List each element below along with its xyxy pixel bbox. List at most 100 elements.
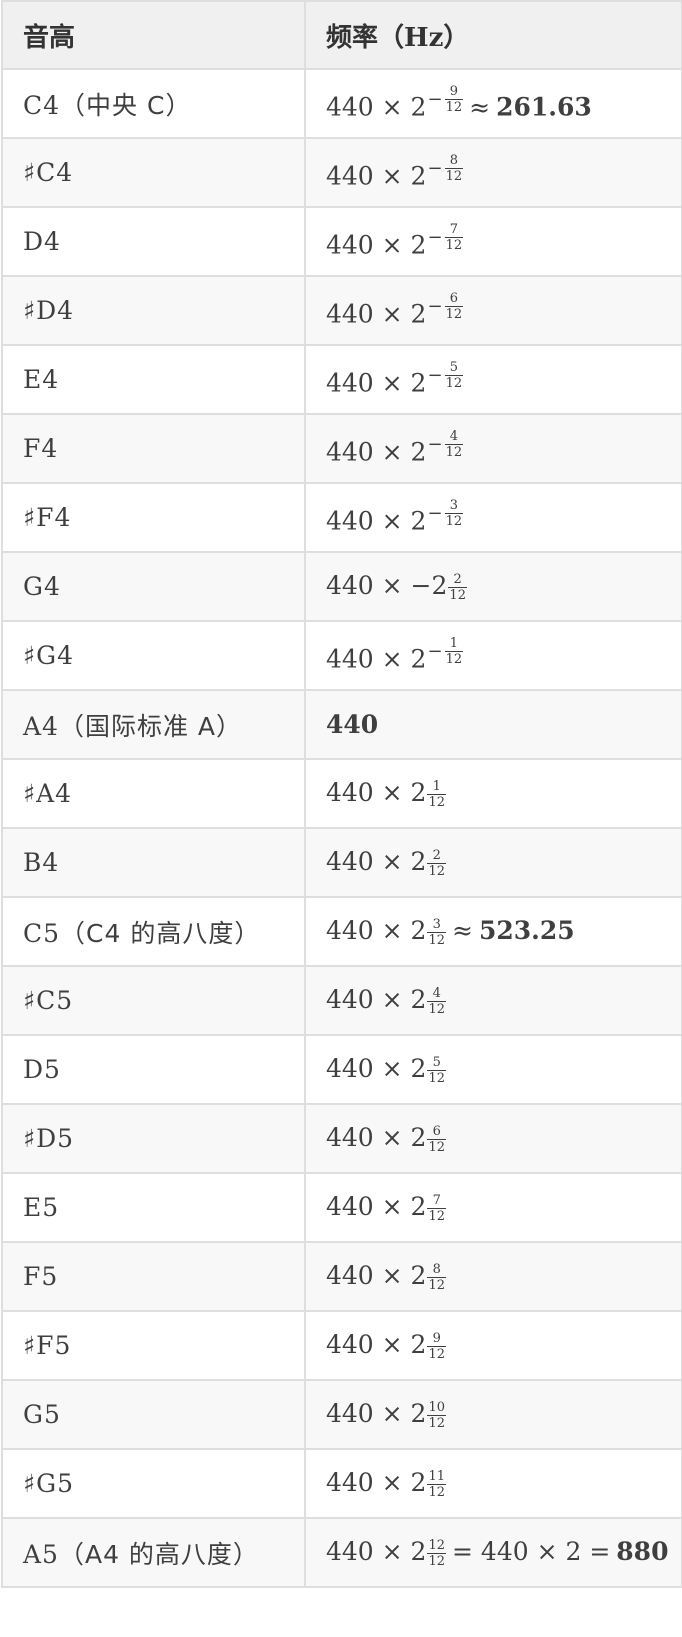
fraction-numerator: 8: [432, 1262, 441, 1277]
table-header-row: 音高 频率（Hz）: [1, 0, 682, 70]
fraction-numerator: 7: [432, 1193, 441, 1208]
frequency-cell: 440 × 2 1 12: [304, 758, 682, 829]
pitch-name: F4: [23, 434, 59, 463]
pitch-name: C4: [23, 90, 61, 120]
pitch-cell: G4: [1, 551, 306, 622]
pitch-name: A4: [23, 711, 59, 741]
pitch-name: B4: [23, 848, 60, 877]
pitch-cell: G5: [1, 1379, 306, 1450]
exponent-fraction: 5 12: [444, 360, 464, 390]
frequency-cell: 440: [304, 689, 682, 760]
fraction-numerator: 3: [432, 917, 441, 932]
frequency-cell: 440 × 2 11 12: [304, 1448, 682, 1519]
table-row: C5（C4 的高八度） 440 × 2 3 12 ≈523.25: [1, 896, 682, 967]
formula-exponent: −6 12: [427, 291, 464, 321]
fraction-denominator: 12: [428, 1002, 446, 1017]
exponent-fraction: 12 12: [427, 1539, 447, 1568]
exponent-sign: −: [427, 502, 443, 524]
formula-exponent: −4 12: [427, 429, 464, 459]
fraction-numerator: 2: [453, 572, 462, 587]
formula-tail: = 440 × 2 =: [452, 1537, 611, 1566]
exponent-fraction: 5 12: [427, 1056, 447, 1086]
pitch-name: G4: [23, 572, 61, 601]
pitch-name: E5: [23, 1193, 60, 1222]
pitch-cell: C5（C4 的高八度）: [1, 896, 306, 967]
formula-base: 440 × 2: [326, 92, 427, 122]
frequency-cell: 440 × 2−7 12: [304, 206, 682, 277]
column-header-pitch: 音高: [1, 0, 306, 70]
fraction-denominator: 12: [445, 100, 463, 116]
exponent-sign: −: [427, 295, 443, 317]
fraction-denominator: 12: [445, 652, 463, 668]
frequency-cell: 440 × 2 3 12 ≈523.25: [304, 896, 682, 967]
fraction-numerator: 8: [449, 153, 458, 169]
pitch-name: ♯F4: [23, 503, 72, 532]
frequency-cell: 440 × 2 10 12: [304, 1379, 682, 1450]
formula-base: 440 × −2: [326, 571, 448, 600]
pitch-cell: D4: [1, 206, 306, 277]
pitch-cell: ♯A4: [1, 758, 306, 829]
frequency-cell: 440 × 2−6 12: [304, 275, 682, 346]
fraction-denominator: 12: [445, 514, 463, 530]
pitch-frequency-table: 音高 频率（Hz） C4（中央 C） 440 × 2−9 12 ≈261.63 ♯C4 4…: [1, 0, 682, 1588]
pitch-name: ♯C5: [23, 986, 74, 1015]
exponent-fraction: 9 12: [444, 84, 464, 116]
frequency-cell: 440 × 2 9 12: [304, 1310, 682, 1381]
formula-exponent: 9 12: [427, 1332, 447, 1361]
pitch-name: ♯G4: [23, 641, 74, 670]
formula-exponent: 12 12: [427, 1539, 447, 1568]
frequency-result: 880: [616, 1537, 669, 1566]
fraction-numerator: 4: [449, 429, 458, 445]
pitch-cell: E5: [1, 1172, 306, 1243]
formula-exponent: 5 12: [427, 1056, 447, 1086]
pitch-name: D4: [23, 227, 61, 256]
fraction-numerator: 9: [449, 84, 458, 100]
table-row: F5 440 × 2 8 12: [1, 1241, 682, 1312]
frequency-cell: 440 × 2 6 12: [304, 1103, 682, 1174]
fraction-denominator: 12: [445, 169, 463, 185]
frequency-cell: 440 × 2−8 12: [304, 137, 682, 208]
table-row: ♯D4 440 × 2−6 12: [1, 275, 682, 346]
formula-base: 440 × 2: [326, 778, 427, 807]
fraction-denominator: 12: [428, 1071, 446, 1086]
formula-base: 440 × 2: [326, 1192, 427, 1221]
pitch-cell: B4: [1, 827, 306, 898]
exponent-sign: −: [427, 364, 443, 386]
frequency-cell: 440 × 2−5 12: [304, 344, 682, 415]
fraction-numerator: 11: [428, 1469, 446, 1484]
pitch-cell: F5: [1, 1241, 306, 1312]
exponent-sign: −: [427, 157, 443, 179]
pitch-name: G5: [23, 1400, 61, 1429]
frequency-cell: 440 × 2−9 12 ≈261.63: [304, 68, 682, 139]
formula-exponent: 10 12: [427, 1401, 447, 1431]
frequency-cell: 440 × 2−1 12: [304, 620, 682, 691]
fraction-numerator: 4: [432, 986, 441, 1001]
pitch-name: ♯D4: [23, 296, 75, 325]
pitch-annotation: （国际标准 A）: [58, 711, 243, 741]
formula-exponent: 2 12: [427, 849, 447, 878]
formula-base: 440 × 2: [326, 1261, 427, 1290]
formula-exponent: 11 12: [427, 1469, 447, 1499]
pitch-annotation: （C4 的高八度）: [60, 918, 261, 948]
table-row: D4 440 × 2−7 12: [1, 206, 682, 277]
exponent-fraction: 6 12: [427, 1125, 447, 1154]
formula-base: 440 × 2: [326, 1537, 427, 1566]
fraction-numerator: 1: [432, 779, 441, 794]
frequency-cell: 440 × 2 5 12: [304, 1034, 682, 1105]
pitch-name: D5: [23, 1055, 61, 1084]
frequency-value: 440: [326, 710, 379, 739]
exponent-sign: −: [427, 640, 443, 662]
pitch-cell: A5（A4 的高八度）: [1, 1517, 306, 1588]
frequency-cell: 440 × 2 4 12: [304, 965, 682, 1036]
pitch-name: E4: [23, 365, 60, 394]
pitch-name: F5: [23, 1262, 59, 1291]
pitch-cell: ♯D4: [1, 275, 306, 346]
exponent-fraction: 2 12: [427, 849, 447, 878]
fraction-denominator: 12: [428, 1416, 446, 1431]
fraction-numerator: 6: [449, 291, 458, 307]
table-body: C4（中央 C） 440 × 2−9 12 ≈261.63 ♯C4 440 × 2−8 12…: [1, 68, 682, 1588]
formula-base: 440 × 2: [326, 230, 427, 260]
table-row: F4 440 × 2−4 12: [1, 413, 682, 484]
exponent-fraction: 8 12: [444, 153, 464, 185]
fraction-numerator: 5: [449, 360, 458, 376]
